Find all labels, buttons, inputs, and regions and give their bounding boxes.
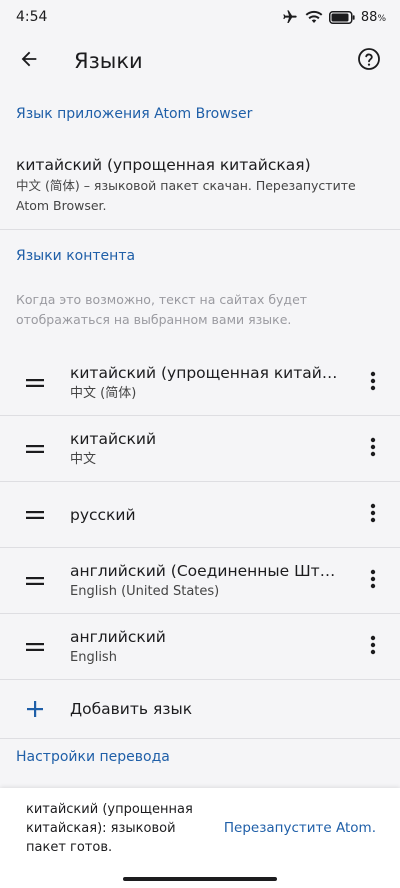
content-languages-header: Языки контента bbox=[16, 248, 136, 264]
language-row[interactable]: китайский 中文 bbox=[0, 416, 400, 482]
battery-level: 88 bbox=[360, 9, 378, 25]
language-row[interactable]: английский English bbox=[0, 614, 400, 680]
toolbar: Языки bbox=[0, 34, 400, 88]
battery-icon bbox=[328, 10, 355, 24]
language-name: английский bbox=[70, 628, 166, 646]
more-vert-icon bbox=[370, 569, 376, 593]
back-arrow-icon bbox=[18, 48, 40, 74]
home-indicator[interactable] bbox=[123, 877, 277, 881]
more-vert-icon bbox=[370, 371, 376, 395]
drag-handle-icon[interactable] bbox=[0, 510, 70, 520]
more-vert-icon bbox=[370, 635, 376, 659]
status-time: 4:54 bbox=[16, 9, 48, 25]
drag-handle-icon[interactable] bbox=[0, 642, 70, 652]
plus-icon bbox=[0, 701, 70, 717]
app-language-setting[interactable]: китайский (упрощенная китайская) 中文 (简体)… bbox=[0, 154, 400, 216]
status-icons: 88% bbox=[281, 9, 386, 25]
language-name: китайский (упрощенная китайская) bbox=[70, 364, 340, 382]
more-options-button[interactable] bbox=[346, 635, 400, 659]
more-vert-icon bbox=[370, 503, 376, 527]
help-button[interactable] bbox=[350, 42, 388, 80]
language-list: китайский (упрощенная китайская) 中文 (简体)… bbox=[0, 350, 400, 680]
divider bbox=[0, 229, 400, 230]
language-native-name: 中文 (简体) bbox=[70, 386, 137, 401]
snackbar-message: китайский (упрощенная китайская): языков… bbox=[26, 802, 193, 855]
more-options-button[interactable] bbox=[346, 503, 400, 527]
language-row[interactable]: английский (Соединенные Штаты) English (… bbox=[0, 548, 400, 614]
more-vert-icon bbox=[370, 437, 376, 461]
more-options-button[interactable] bbox=[346, 569, 400, 593]
language-name: китайский bbox=[70, 430, 157, 448]
language-native-name: English bbox=[70, 650, 117, 665]
divider bbox=[0, 738, 400, 739]
language-name: английский (Соединенные Штаты) bbox=[70, 562, 340, 580]
translation-settings-header[interactable]: Настройки перевода bbox=[0, 749, 400, 771]
more-options-button[interactable] bbox=[346, 437, 400, 461]
app-language-header: Язык приложения Atom Browser bbox=[16, 106, 253, 122]
language-row[interactable]: китайский (упрощенная китайская) 中文 (简体) bbox=[0, 350, 400, 416]
back-button[interactable] bbox=[10, 42, 48, 80]
battery-unit: % bbox=[377, 13, 386, 24]
language-row[interactable]: русский bbox=[0, 482, 400, 548]
drag-handle-icon[interactable] bbox=[0, 378, 70, 388]
wifi-icon bbox=[305, 10, 323, 24]
help-icon bbox=[357, 47, 381, 75]
snackbar: китайский (упрощенная китайская): языков… bbox=[0, 788, 400, 888]
status-bar: 4:54 88% bbox=[0, 0, 400, 34]
airplane-icon bbox=[281, 9, 299, 25]
language-name: русский bbox=[70, 505, 136, 524]
more-options-button[interactable] bbox=[346, 371, 400, 395]
add-language-label: Добавить язык bbox=[70, 700, 193, 718]
language-native-name: 中文 bbox=[70, 452, 97, 467]
content-languages-description: Когда это возможно, текст на сайтах буде… bbox=[16, 292, 308, 327]
language-native-name: English (United States) bbox=[70, 584, 220, 599]
app-language-subtitle: 中文 (简体) – языковой пакет скачан. Перезап… bbox=[16, 178, 356, 213]
drag-handle-icon[interactable] bbox=[0, 576, 70, 586]
app-language-title: китайский (упрощенная китайская) bbox=[16, 156, 311, 174]
page-title: Языки bbox=[74, 49, 143, 73]
add-language-button[interactable]: Добавить язык bbox=[0, 680, 400, 738]
drag-handle-icon[interactable] bbox=[0, 444, 70, 454]
